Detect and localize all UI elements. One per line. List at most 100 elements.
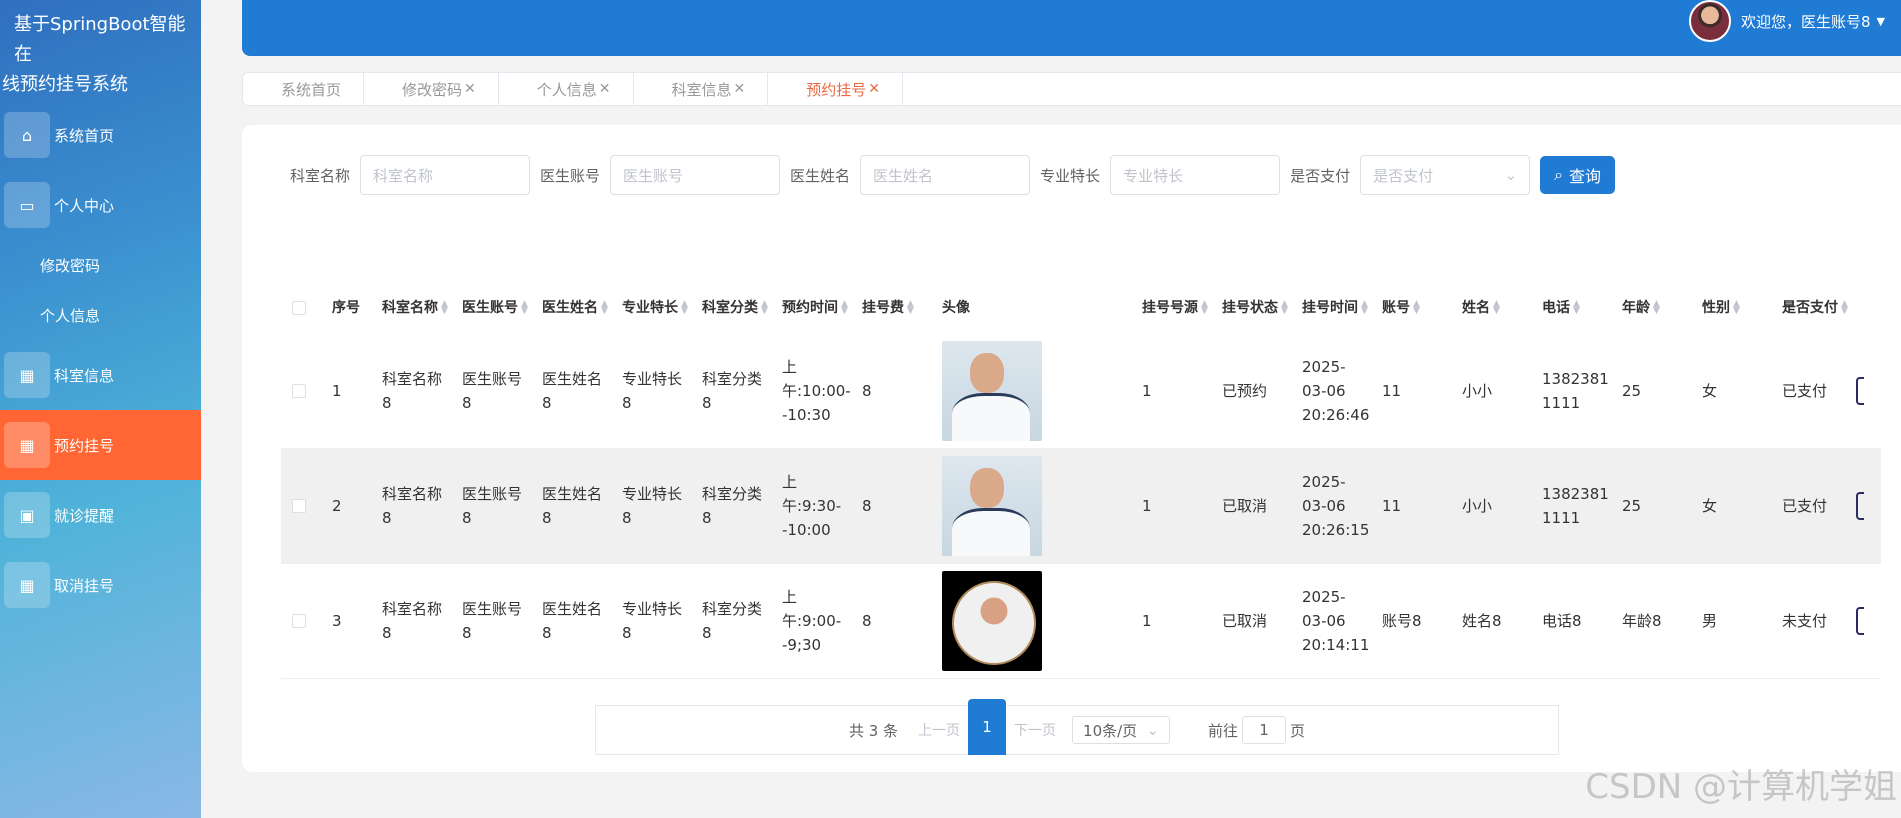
column-header[interactable]: 预约时间 ▲ ▼ <box>776 296 856 320</box>
prev-page-button[interactable]: 上一页 <box>918 720 960 740</box>
sidebar-item-visit-reminder[interactable]: ▣ 就诊提醒 <box>0 480 201 550</box>
avatar-cell <box>936 571 1136 671</box>
sort-icon[interactable]: ▲ ▼ <box>1413 300 1420 316</box>
table-cell: 小小 <box>1462 497 1493 515</box>
current-page-button[interactable]: 1 <box>968 699 1007 755</box>
table-row[interactable]: 3 科室名称8 医生账号8 医生姓名8 专业特长8 科室分类8 上午:9:00-… <box>281 564 1881 679</box>
table-cell: 8 <box>862 497 872 515</box>
table-cell: 未支付 <box>1782 612 1828 630</box>
table-row[interactable]: 2 科室名称8 医生账号8 医生姓名8 专业特长8 科室分类8 上午:9:30-… <box>281 449 1881 564</box>
select-all-checkbox[interactable] <box>281 301 326 315</box>
brand-title: 基于SpringBoot智能在 线预约挂号系统 <box>0 10 201 100</box>
department-name-input[interactable]: 科室名称 <box>360 155 531 195</box>
sidebar-item-appointment[interactable]: ▦ 预约挂号 <box>0 410 201 480</box>
tab-department-info[interactable]: 科室信息 ✕ <box>634 73 769 105</box>
table-cell: 1 <box>1142 497 1152 515</box>
tab-change-password[interactable]: 修改密码 ✕ <box>364 73 499 105</box>
tab-label: 修改密码 <box>402 80 463 99</box>
search-label: 科室名称 <box>290 166 351 185</box>
sort-icon[interactable]: ▲ ▼ <box>1493 300 1500 316</box>
sidebar-item-personal-center[interactable]: ▭ 个人中心 <box>0 170 201 240</box>
row-checkbox[interactable] <box>281 614 326 628</box>
doctor-photo <box>942 571 1042 671</box>
sort-icon[interactable]: ▲ ▼ <box>521 300 528 316</box>
sort-icon[interactable]: ▲ ▼ <box>601 300 608 316</box>
row-action-button[interactable] <box>1856 377 1864 405</box>
column-header[interactable]: 科室名称 ▲ ▼ <box>376 296 456 320</box>
table-cell: 3 <box>332 612 342 630</box>
column-header[interactable]: 挂号费 ▲ ▼ <box>856 296 936 320</box>
table-cell: 13823811111 <box>1542 485 1609 527</box>
column-header[interactable]: 年龄 ▲ ▼ <box>1616 296 1696 320</box>
column-header[interactable]: 科室分类 ▲ ▼ <box>696 296 776 320</box>
table-cell: 已取消 <box>1222 612 1268 630</box>
home-icon: ⌂ <box>4 112 50 158</box>
row-checkbox[interactable] <box>281 384 326 398</box>
sort-icon[interactable]: ▲ ▼ <box>1361 300 1368 316</box>
column-header[interactable]: 专业特长 ▲ ▼ <box>616 296 696 320</box>
table-cell: 2025-03-06 20:26:46 <box>1302 358 1370 424</box>
column-header[interactable]: 是否支付 ▲ ▼ <box>1776 296 1856 320</box>
brand-line2: 线预约挂号系统 <box>2 74 128 95</box>
sort-icon[interactable]: ▲ ▼ <box>1733 300 1740 316</box>
table-row[interactable]: 1 科室名称8 医生账号8 医生姓名8 专业特长8 科室分类8 上午:10:00… <box>281 334 1881 449</box>
sidebar-item-personal-info[interactable]: 个人信息 <box>0 290 201 340</box>
close-icon[interactable]: ✕ <box>734 81 746 97</box>
sidebar-item-home[interactable]: ⌂ 系统首页 <box>0 100 201 170</box>
chevron-down-icon: ⌄ <box>1504 166 1518 184</box>
sort-icon[interactable]: ▲ ▼ <box>1281 300 1288 316</box>
table-cell: 25 <box>1622 497 1642 515</box>
close-icon[interactable]: ✕ <box>868 81 880 97</box>
table-cell: 上午:10:00--10:30 <box>782 358 851 424</box>
table-cell: 2 <box>332 497 342 515</box>
sidebar-item-label: 个人中心 <box>54 196 115 215</box>
column-header[interactable]: 医生账号 ▲ ▼ <box>456 296 536 320</box>
doctor-photo <box>942 341 1042 441</box>
column-header[interactable]: 电话 ▲ ▼ <box>1536 296 1616 320</box>
column-header[interactable]: 挂号状态 ▲ ▼ <box>1216 296 1296 320</box>
doctor-photo <box>942 456 1042 556</box>
sort-icon[interactable]: ▲ ▼ <box>681 300 688 316</box>
row-checkbox[interactable] <box>281 499 326 513</box>
row-action-button[interactable] <box>1856 492 1864 520</box>
specialty-input[interactable]: 专业特长 <box>1110 155 1281 195</box>
sidebar-item-change-password[interactable]: 修改密码 <box>0 240 201 290</box>
query-button[interactable]: ⌕ 查询 <box>1540 156 1616 194</box>
tab-appointment[interactable]: 预约挂号 ✕ <box>768 73 904 105</box>
goto-page-input[interactable]: 1 <box>1242 716 1287 744</box>
column-header[interactable]: 医生姓名 ▲ ▼ <box>536 296 616 320</box>
table-cell: 已预约 <box>1222 382 1268 400</box>
table-cell: 1 <box>1142 382 1152 400</box>
sidebar-item-department-info[interactable]: ▦ 科室信息 <box>0 340 201 410</box>
sort-icon[interactable]: ▲ ▼ <box>1573 300 1580 316</box>
doctor-name-input[interactable]: 医生姓名 <box>860 155 1031 195</box>
tab-personal-info[interactable]: 个人信息 ✕ <box>499 73 634 105</box>
sort-icon[interactable]: ▲ ▼ <box>1653 300 1660 316</box>
column-header[interactable]: 账号 ▲ ▼ <box>1376 296 1456 320</box>
column-header[interactable]: 性别 ▲ ▼ <box>1696 296 1776 320</box>
next-page-button[interactable]: 下一页 <box>1014 720 1056 740</box>
column-header[interactable]: 挂号号源 ▲ ▼ <box>1136 296 1216 320</box>
sidebar-item-cancel-appointment[interactable]: ▦ 取消挂号 <box>0 550 201 620</box>
doctor-account-input[interactable]: 医生账号 <box>610 155 781 195</box>
user-menu[interactable]: 欢迎您，医生账号8 ▼ <box>1688 0 1885 42</box>
watermark: CSDN @计算机学姐 <box>1585 767 1897 807</box>
sort-icon[interactable]: ▲ ▼ <box>1841 300 1848 316</box>
page-size-select[interactable]: 10条/页 ⌄ <box>1072 716 1171 744</box>
sort-icon[interactable]: ▲ ▼ <box>1201 300 1208 316</box>
row-action-button[interactable] <box>1856 607 1864 635</box>
table-cell: 医生账号8 <box>462 370 523 412</box>
column-header[interactable]: 姓名 ▲ ▼ <box>1456 296 1536 320</box>
sort-icon[interactable]: ▲ ▼ <box>441 300 448 316</box>
column-header[interactable]: 挂号时间 ▲ ▼ <box>1296 296 1376 320</box>
sort-icon[interactable]: ▲ ▼ <box>907 300 914 316</box>
table-cell: 专业特长8 <box>622 485 683 527</box>
payment-status-select[interactable]: 是否支付 ⌄ <box>1360 155 1531 195</box>
table-cell: 25 <box>1622 382 1642 400</box>
close-icon[interactable]: ✕ <box>464 81 476 97</box>
tab-label: 个人信息 <box>536 80 597 99</box>
close-icon[interactable]: ✕ <box>599 81 611 97</box>
sort-icon[interactable]: ▲ ▼ <box>761 300 768 316</box>
sort-icon[interactable]: ▲ ▼ <box>841 300 848 316</box>
tab-home[interactable]: 系统首页 <box>243 73 365 105</box>
